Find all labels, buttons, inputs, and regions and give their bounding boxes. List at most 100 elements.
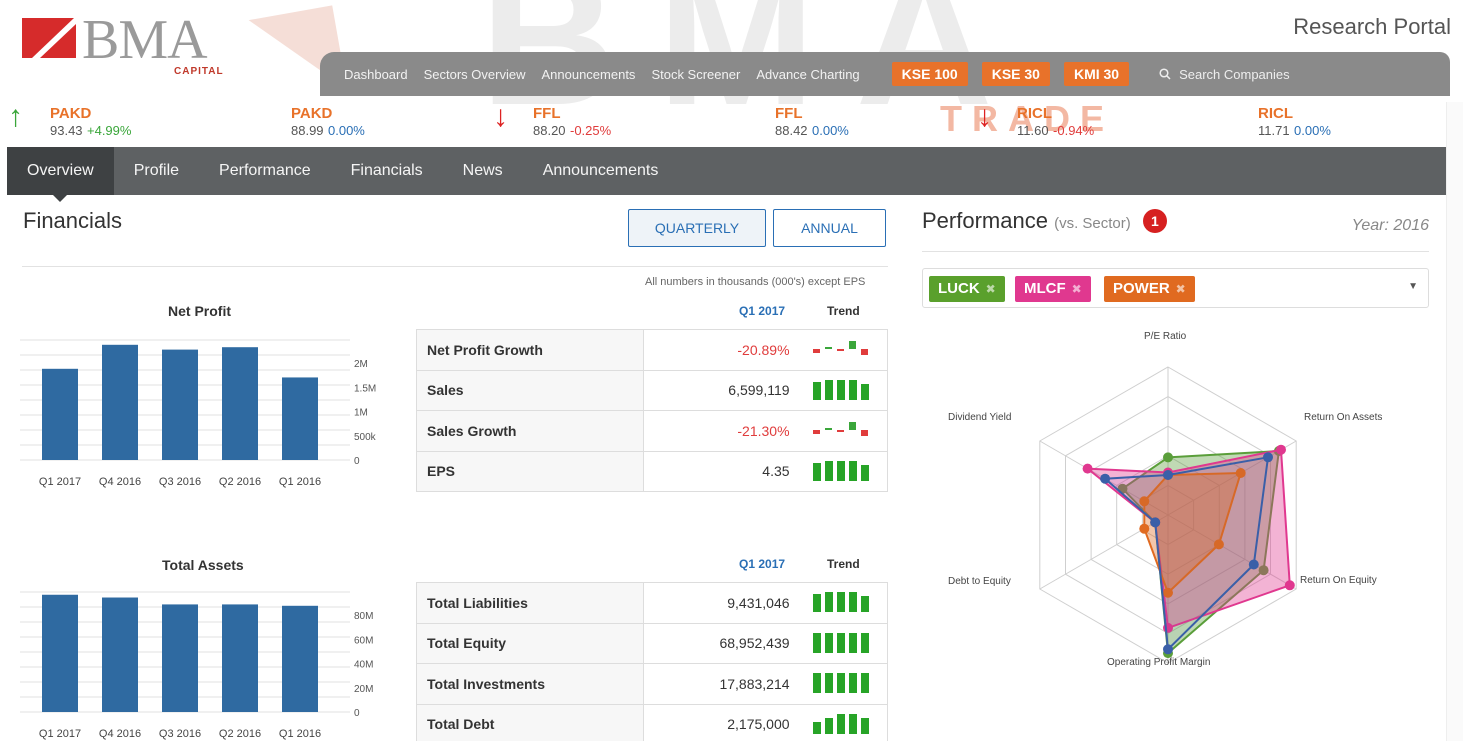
radar-point[interactable]: [1163, 644, 1173, 655]
remove-icon[interactable]: ✖: [986, 282, 996, 296]
page-scrollbar[interactable]: [1446, 102, 1463, 741]
company-multiselect[interactable]: LUCK ✖ MLCF ✖ POWER ✖ ▼: [922, 268, 1429, 308]
table-row: Total Equity 68,952,439: [416, 623, 888, 664]
logo-subtitle: CAPITAL: [174, 66, 224, 77]
trend-bar: [836, 592, 845, 613]
index-kmi30-button[interactable]: KMI 30: [1063, 62, 1130, 86]
row-trend: [789, 582, 888, 624]
radar-point[interactable]: [1163, 470, 1173, 480]
radar-point[interactable]: [1082, 463, 1093, 474]
bar[interactable]: [222, 347, 258, 460]
divider: [22, 266, 888, 267]
y-tick-label: 80M: [354, 611, 373, 622]
x-tick-label: Q1 2016: [279, 476, 321, 488]
radar-point[interactable]: [1263, 452, 1273, 463]
tab-performance[interactable]: Performance: [199, 147, 331, 195]
radar-point[interactable]: [1139, 523, 1150, 534]
search-placeholder: Search Companies: [1179, 66, 1290, 82]
trend-bar: [836, 673, 845, 694]
nav-sectors-overview[interactable]: Sectors Overview: [424, 67, 526, 82]
bar[interactable]: [222, 604, 258, 712]
ticker-change: +4.99%: [87, 123, 132, 138]
row-trend: [789, 451, 888, 492]
row-value: 2,175,000: [643, 704, 790, 741]
row-trend: [789, 329, 888, 371]
notification-badge[interactable]: 1: [1142, 209, 1167, 233]
nav-advance-charting[interactable]: Advance Charting: [756, 67, 859, 82]
ticker-item[interactable]: FFL 88.20 -0.25%: [533, 106, 611, 140]
trend-sparkline: [812, 460, 869, 481]
x-tick-label: Q4 2016: [99, 728, 141, 740]
radar-point[interactable]: [1276, 444, 1286, 455]
dropdown-caret-icon[interactable]: ▼: [1408, 281, 1418, 292]
tab-news[interactable]: News: [443, 147, 523, 195]
remove-icon[interactable]: ✖: [1176, 282, 1186, 296]
ticker-price: 88.42: [775, 123, 808, 138]
trend-bar: [812, 381, 821, 400]
y-tick-label: 500k: [354, 432, 377, 443]
bar[interactable]: [162, 349, 198, 460]
quarterly-button[interactable]: QUARTERLY: [628, 209, 766, 247]
row-label: Total Debt: [416, 704, 645, 741]
radar-series-area[interactable]: [1102, 456, 1270, 652]
chip-luck[interactable]: LUCK ✖: [929, 276, 1005, 302]
row-trend: [789, 410, 888, 452]
table-row: Total Debt 2,175,000: [416, 704, 888, 741]
bar[interactable]: [162, 604, 198, 712]
ticker-item[interactable]: PAKD 93.43 +4.99%: [50, 106, 131, 140]
ticker-price: 88.20: [533, 123, 566, 138]
chip-mlcf[interactable]: MLCF ✖: [1015, 276, 1091, 302]
trend-sparkline: [812, 632, 869, 653]
trend-bar: [860, 430, 868, 437]
trend-bar: [848, 632, 857, 653]
row-label: Total Liabilities: [416, 582, 645, 624]
trend-bar: [812, 632, 821, 653]
bar[interactable]: [42, 594, 78, 712]
index-kse100-button[interactable]: KSE 100: [891, 62, 968, 86]
trend-bar: [848, 379, 857, 400]
y-tick-label: 0: [354, 708, 360, 719]
nav-dashboard[interactable]: Dashboard: [344, 67, 408, 82]
ticker-item[interactable]: RICL 11.60 -0.94%: [1017, 106, 1094, 140]
period-header: Q1 2017: [739, 304, 786, 318]
radar-point[interactable]: [1150, 517, 1161, 528]
radar-point[interactable]: [1248, 559, 1259, 570]
bar[interactable]: [102, 344, 138, 460]
trend-bar: [860, 349, 868, 356]
ticker-item[interactable]: PAKD 88.99 0.00%: [291, 106, 365, 140]
nav-announcements[interactable]: Announcements: [541, 67, 635, 82]
trend-bar: [848, 422, 856, 431]
trend-header: Trend: [827, 557, 860, 571]
radar-point[interactable]: [1100, 473, 1111, 484]
trend-bar: [812, 349, 820, 354]
nav-stock-screener[interactable]: Stock Screener: [651, 67, 740, 82]
y-tick-label: 20M: [354, 684, 373, 695]
chip-power[interactable]: POWER ✖: [1104, 276, 1195, 302]
table-row: Net Profit Growth -20.89%: [416, 329, 888, 371]
tab-announcements[interactable]: Announcements: [523, 147, 679, 195]
ticker-item[interactable]: RICL 11.71 0.00%: [1258, 106, 1331, 140]
bar[interactable]: [282, 377, 318, 460]
bma-logo[interactable]: BMA CAPITAL: [22, 9, 242, 80]
search-companies[interactable]: Search Companies: [1159, 67, 1290, 82]
trend-sparkline: [812, 341, 868, 356]
ticker-change: -0.94%: [1053, 123, 1095, 138]
bar[interactable]: [42, 368, 78, 460]
remove-icon[interactable]: ✖: [1072, 282, 1082, 296]
trend-bar: [836, 430, 844, 433]
total-assets-chart-title: Total Assets: [162, 557, 244, 573]
y-tick-label: 2M: [354, 359, 368, 370]
row-label: EPS: [416, 451, 645, 492]
tab-overview[interactable]: Overview: [7, 147, 114, 202]
bar[interactable]: [102, 597, 138, 712]
radar-point[interactable]: [1163, 452, 1173, 463]
trend-header: Trend: [827, 304, 860, 318]
index-kse30-button[interactable]: KSE 30: [981, 62, 1050, 86]
trend-bar: [824, 347, 832, 350]
radar-point[interactable]: [1284, 580, 1295, 591]
annual-button[interactable]: ANNUAL: [773, 209, 886, 247]
tab-profile[interactable]: Profile: [114, 147, 199, 195]
bar[interactable]: [282, 605, 318, 712]
tab-financials[interactable]: Financials: [331, 147, 443, 195]
ticker-item[interactable]: FFL 88.42 0.00%: [775, 106, 849, 140]
